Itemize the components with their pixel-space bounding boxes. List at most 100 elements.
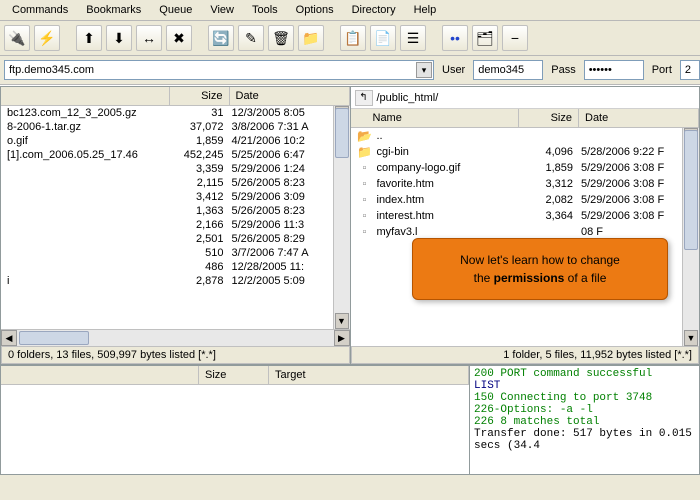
port-input[interactable] [680,60,700,80]
list-item[interactable]: 2,5015/26/2005 8:29 [1,232,350,246]
queue-head-size[interactable]: Size [199,366,269,384]
delete-icon[interactable]: 🗑 [268,25,294,51]
main-split: Size Date bc123.com_12_3_2005.gz3112/3/2… [0,85,700,365]
remote-head-size[interactable]: Size [519,109,579,127]
local-list-header: Size Date [1,87,350,106]
transfer-icon[interactable]: ↔ [136,25,162,51]
list-item[interactable]: [1].com_2006.05.25_17.46452,2455/25/2006… [1,148,350,162]
scroll-down-icon[interactable]: ▼ [335,313,349,329]
scroll-thumb[interactable] [19,331,89,345]
local-list[interactable]: bc123.com_12_3_2005.gz3112/3/2005 8:058-… [1,106,350,329]
queue-head-blank[interactable] [1,366,199,384]
list-item[interactable]: interest.htm3,3645/29/2006 3:08 F [351,208,700,224]
connect-icon[interactable]: 🔌 [4,25,30,51]
remote-list[interactable]: ..cgi-bin4,0965/28/2006 9:22 Fcompany-lo… [351,128,700,346]
properties-icon[interactable]: ☰ [400,25,426,51]
file-icon [357,193,373,207]
list-item[interactable]: o.gif1,8594/21/2006 10:2 [1,134,350,148]
list-item[interactable]: 2,1155/26/2005 8:23 [1,176,350,190]
mode-icon[interactable]: •• [442,25,468,51]
scroll-thumb[interactable] [335,108,349,158]
log-panel[interactable]: 200 PORT command successfulLIST150 Conne… [470,365,700,475]
scroll-thumb[interactable] [684,130,698,250]
log-line: 226 8 matches total [474,416,695,428]
download-icon[interactable]: ⬇ [106,25,132,51]
menu-options[interactable]: Options [288,2,342,18]
remote-head-name[interactable]: Name [351,109,520,127]
scroll-right-icon[interactable]: ▶ [334,330,350,346]
callout-line2a: the [474,271,494,285]
paste-icon[interactable]: 📄 [370,25,396,51]
callout-bold: permissions [494,271,565,285]
scroll-left-icon[interactable]: ◀ [1,330,17,346]
menu-directory[interactable]: Directory [344,2,404,18]
local-hscrollbar[interactable]: ◀ ▶ [1,329,350,346]
list-item[interactable]: company-logo.gif1,8595/29/2006 3:08 F [351,160,700,176]
pass-input[interactable] [584,60,644,80]
file-icon [357,161,373,175]
local-panel: Size Date bc123.com_12_3_2005.gz3112/3/2… [0,86,350,365]
refresh-icon[interactable]: 🔄 [208,25,234,51]
remote-path[interactable]: /public_html/ [377,92,439,104]
menu-queue[interactable]: Queue [151,2,200,18]
file-icon [357,225,373,239]
menu-bookmarks[interactable]: Bookmarks [78,2,149,18]
list-item[interactable]: 48612/28/2005 11: [1,260,350,274]
list-item[interactable]: 2,1665/29/2006 11:3 [1,218,350,232]
remote-list-header: Name Size Date [351,109,700,128]
list-item[interactable]: .. [351,128,700,144]
remote-panel: ↰ /public_html/ Name Size Date ..cgi-bin… [350,86,700,365]
scroll-down-icon[interactable]: ▼ [684,330,698,346]
remote-up-icon[interactable]: ↰ [355,90,373,106]
bottom-panes: Size Target 200 PORT command successfulL… [0,365,700,475]
callout-line2b: of a file [564,271,606,285]
remote-vscrollbar[interactable]: ▲ ▼ [682,128,699,346]
list-item[interactable]: 1,3635/26/2005 8:23 [1,204,350,218]
stop-icon[interactable]: ✖ [166,25,192,51]
host-input[interactable] [4,60,434,80]
log-line: 200 PORT command successful [474,368,695,380]
list-item[interactable]: 3,3595/29/2006 1:24 [1,162,350,176]
list-item[interactable]: cgi-bin4,0965/28/2006 9:22 F [351,144,700,160]
folder-icon[interactable]: 🗂 [472,25,498,51]
list-item[interactable]: i2,87812/2/2005 5:09 [1,274,350,288]
toolbar: 🔌 ⚡ ⬆ ⬇ ↔ ✖ 🔄 ✎ 🗑 📁 📋 📄 ☰ •• 🗂 − [0,21,700,56]
newfolder-icon[interactable]: 📁 [298,25,324,51]
local-head-size[interactable]: Size [170,87,230,105]
copy-icon[interactable]: 📋 [340,25,366,51]
queue-head-target[interactable]: Target [269,366,469,384]
log-line: LIST [474,380,695,392]
local-vscrollbar[interactable]: ▲ ▼ [333,106,350,329]
edit-icon[interactable]: ✎ [238,25,264,51]
queue-body[interactable] [1,385,469,474]
host-dropdown-icon[interactable]: ▾ [416,62,432,78]
list-item[interactable]: favorite.htm3,3125/29/2006 3:08 F [351,176,700,192]
menu-help[interactable]: Help [406,2,445,18]
list-item[interactable]: 8-2006-1.tar.gz37,0723/8/2006 7:31 A [1,120,350,134]
minus-icon[interactable]: − [502,25,528,51]
menu-commands[interactable]: Commands [4,2,76,18]
queue-header: Size Target [1,366,469,385]
menu-view[interactable]: View [202,2,242,18]
menu-bar: Commands Bookmarks Queue View Tools Opti… [0,0,700,21]
folder-icon [357,145,373,159]
file-icon [357,177,373,191]
local-head-name[interactable] [1,87,170,105]
menu-tools[interactable]: Tools [244,2,286,18]
quickconnect-icon[interactable]: ⚡ [34,25,60,51]
tutorial-callout: Now let's learn how to change the permis… [412,238,668,300]
remote-status: 1 folder, 5 files, 11,952 bytes listed [… [351,346,700,364]
list-item[interactable]: 5103/7/2006 7:47 A [1,246,350,260]
list-item[interactable]: 3,4125/29/2006 3:09 [1,190,350,204]
pass-label: Pass [549,64,577,76]
list-item[interactable]: index.htm2,0825/29/2006 3:08 F [351,192,700,208]
log-line: 150 Connecting to port 3748 [474,392,695,404]
local-head-date[interactable]: Date [230,87,350,105]
local-status: 0 folders, 13 files, 509,997 bytes liste… [1,346,350,364]
callout-line1: Now let's learn how to change [460,253,620,267]
remote-head-date[interactable]: Date [579,109,699,127]
upload-icon[interactable]: ⬆ [76,25,102,51]
queue-panel: Size Target [0,365,470,475]
user-input[interactable] [473,60,543,80]
list-item[interactable]: bc123.com_12_3_2005.gz3112/3/2005 8:05 [1,106,350,120]
